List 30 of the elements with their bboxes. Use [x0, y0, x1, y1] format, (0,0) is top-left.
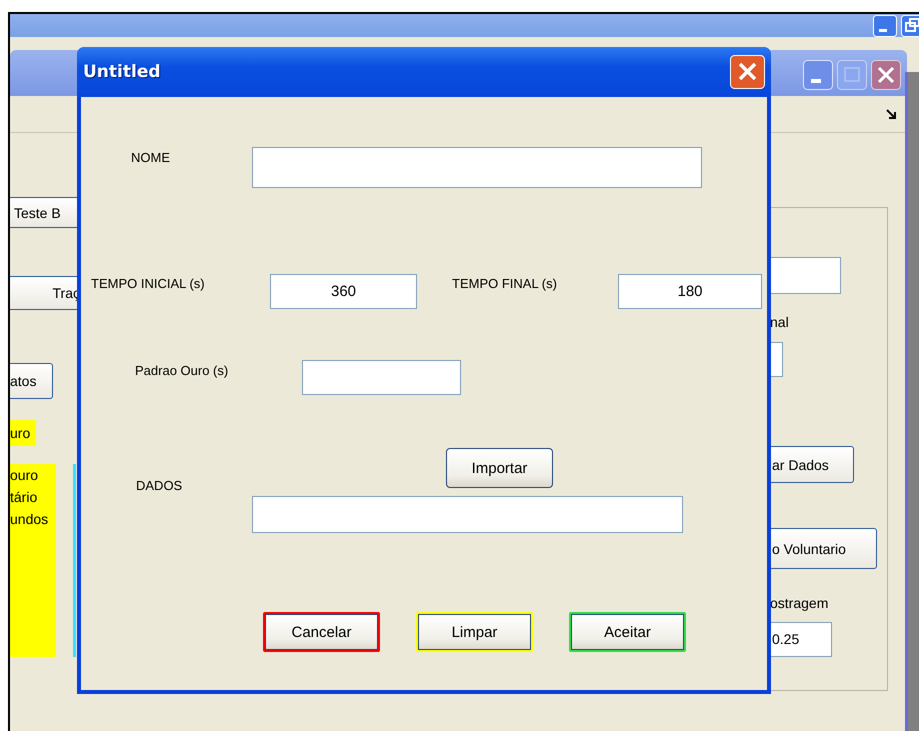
action-button[interactable]: Limpar: [416, 612, 533, 652]
import-button[interactable]: Importar: [446, 448, 553, 488]
input-field[interactable]: [770, 342, 783, 377]
highlight-label: ouro tário undos: [10, 464, 56, 657]
input-field[interactable]: 0.25: [770, 622, 832, 657]
button[interactable]: o Voluntario: [770, 528, 877, 569]
button[interactable]: ar Dados: [770, 446, 854, 483]
minimize-icon[interactable]: [803, 60, 833, 90]
input-field[interactable]: 360: [270, 274, 417, 309]
input-field[interactable]: 180: [618, 274, 762, 309]
field-label: NOME: [131, 149, 171, 165]
restore-icon[interactable]: [901, 15, 919, 37]
label: ostragem: [770, 595, 828, 611]
highlight-label: uro: [10, 420, 36, 446]
input-field[interactable]: [302, 360, 461, 395]
field-label: Padrao Ouro (s): [135, 362, 230, 378]
field-label: DADOS: [136, 478, 184, 493]
maximize-icon: [837, 60, 867, 90]
action-button[interactable]: Cancelar: [263, 612, 380, 652]
input-field[interactable]: [252, 496, 683, 533]
field-label: TEMPO INICIAL (s): [91, 275, 206, 291]
label: nal: [770, 314, 789, 330]
action-button[interactable]: Aceitar: [569, 612, 686, 652]
button[interactable]: atos: [10, 363, 53, 399]
window-title: Untitled: [83, 62, 161, 82]
arrow-icon[interactable]: [885, 108, 897, 120]
input-field[interactable]: [770, 257, 841, 294]
field-label: TEMPO FINAL (s): [452, 275, 558, 291]
input-field[interactable]: [252, 147, 702, 188]
close-icon[interactable]: [871, 60, 901, 90]
